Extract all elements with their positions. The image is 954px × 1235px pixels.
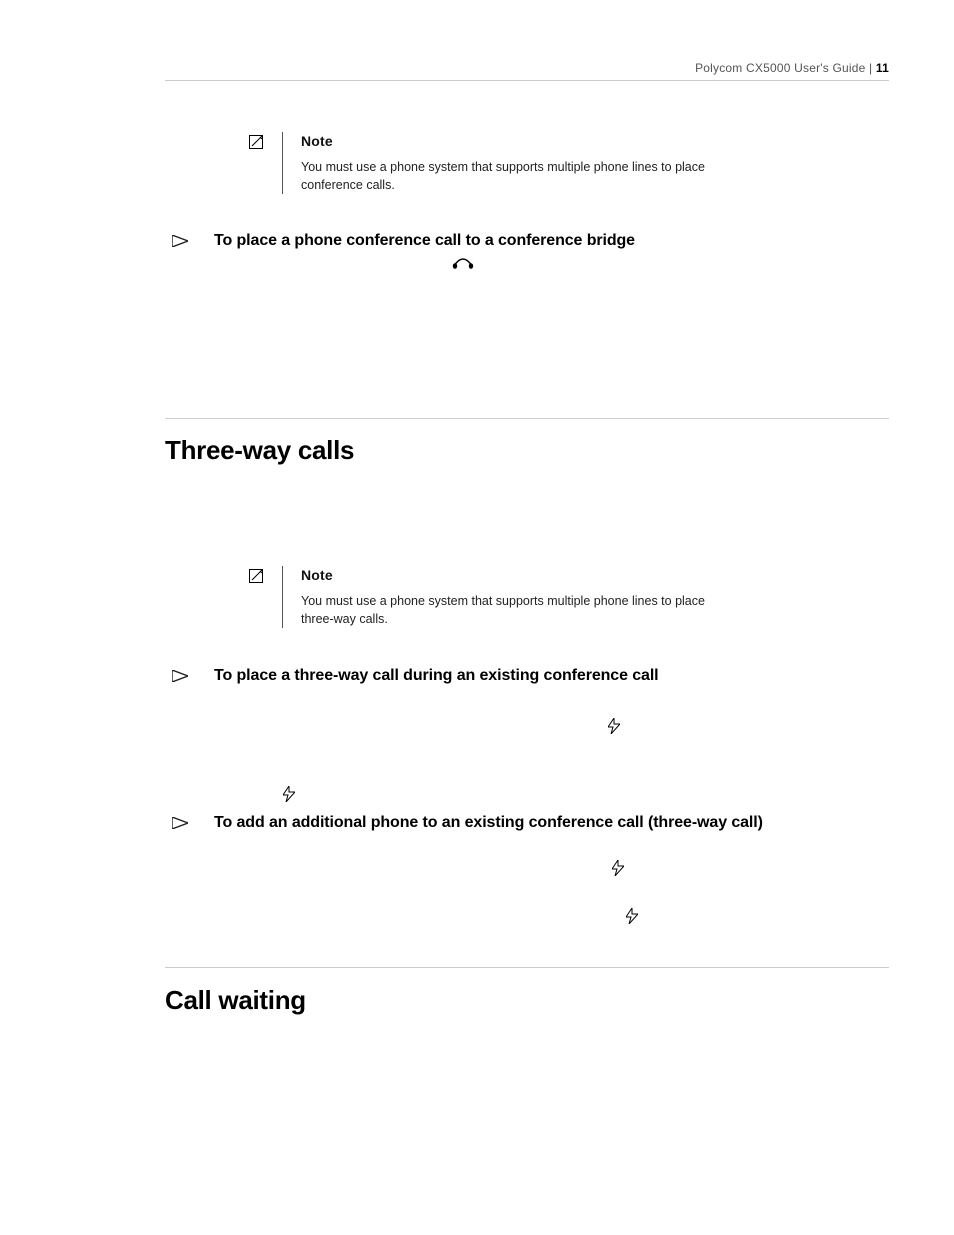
triangle-bullet-icon (172, 235, 188, 247)
note-text: You must use a phone system that support… (301, 158, 731, 194)
procedure-heading: To add an additional phone to an existin… (172, 812, 874, 834)
note-block: Note You must use a phone system that su… (248, 562, 834, 632)
running-header: Polycom CX5000 User's Guide | 11 (695, 60, 889, 77)
flash-icon (612, 860, 624, 881)
note-body: Note You must use a phone system that su… (301, 562, 731, 632)
procedure-heading: To place a three-way call during an exis… (172, 665, 874, 687)
doc-title: Polycom CX5000 User's Guide (695, 61, 865, 75)
section-rule (165, 418, 889, 419)
heading-three-way-calls: Three-way calls (165, 432, 354, 468)
heading-call-waiting: Call waiting (165, 982, 306, 1018)
procedure-heading: To place a phone conference call to a co… (172, 230, 874, 252)
note-icon (248, 134, 264, 150)
procedure-label: To place a phone conference call to a co… (214, 230, 635, 252)
procedure-label: To add an additional phone to an existin… (214, 812, 763, 834)
header-rule (165, 80, 889, 81)
flash-icon (608, 718, 620, 739)
section-rule (165, 967, 889, 968)
triangle-bullet-icon (172, 670, 188, 682)
note-title: Note (301, 566, 731, 586)
note-vertical-rule (282, 132, 283, 194)
procedure-label: To place a three-way call during an exis… (214, 665, 659, 687)
note-block: Note You must use a phone system that su… (248, 128, 834, 198)
flash-icon (626, 908, 638, 929)
handset-icon (452, 256, 474, 275)
flash-icon (283, 786, 295, 807)
triangle-bullet-icon (172, 817, 188, 829)
page-number: 11 (876, 61, 889, 75)
note-title: Note (301, 132, 731, 152)
note-text: You must use a phone system that support… (301, 592, 731, 628)
note-vertical-rule (282, 566, 283, 628)
page: Polycom CX5000 User's Guide | 11 Note Yo… (0, 0, 954, 1235)
note-icon (248, 568, 264, 584)
header-separator: | (866, 61, 876, 75)
note-body: Note You must use a phone system that su… (301, 128, 731, 198)
